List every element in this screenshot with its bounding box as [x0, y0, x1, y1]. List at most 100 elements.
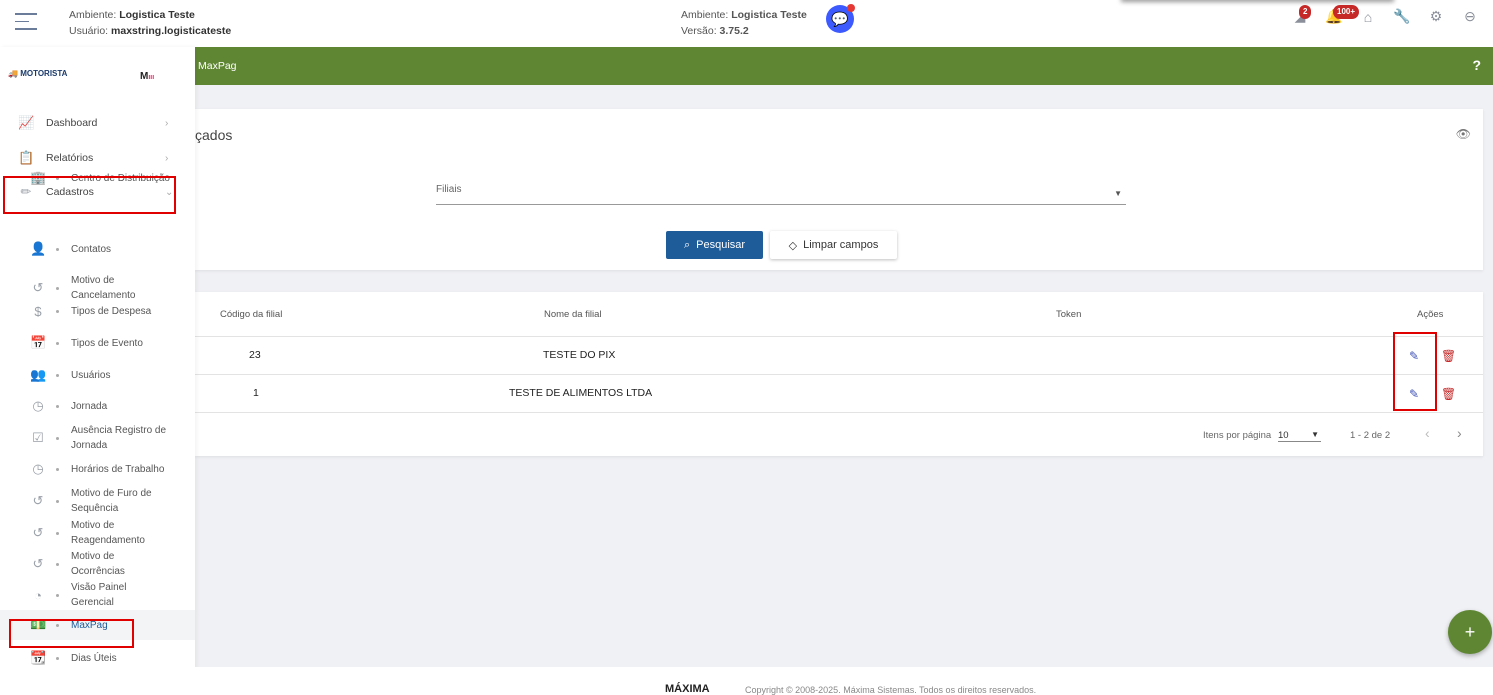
label: Visão Painel Gerencial — [71, 582, 127, 608]
prev-page-icon[interactable]: ‹ — [1425, 425, 1430, 441]
sidebar-subitem-2[interactable]: ↺ Motivo de Cancelamento — [0, 273, 195, 303]
items-per-page-label: Itens por página — [1203, 430, 1272, 441]
sidebar-subitem-8[interactable]: ◷ Horários de Trabalho — [0, 461, 195, 477]
sidebar-subitem-12[interactable]: ◔ Visão Painel Gerencial — [0, 580, 195, 610]
sidebar-subitem-3[interactable]: $ Tipos de Despesa — [0, 304, 195, 319]
sidebar-subitem-7[interactable]: ☑ Ausência Registro de Jornada — [0, 423, 195, 453]
header-token: Token — [1056, 309, 1082, 320]
items-per-page-value: 10 — [1278, 430, 1289, 441]
cell-name: TESTE DE ALIMENTOS LTDA — [509, 387, 653, 399]
sidebar-subitem-6[interactable]: ◷ Jornada — [0, 398, 195, 414]
label: Ausência Registro de Jornada — [71, 425, 167, 451]
label: Dias Úteis — [71, 652, 117, 664]
calendar-icon: 📅 — [30, 335, 47, 350]
version-value: 3.75.2 — [719, 25, 749, 37]
cell-code: 23 — [249, 349, 261, 361]
label: Contatos — [71, 243, 112, 255]
gear-icon[interactable]: ⚙ — [1426, 8, 1446, 25]
table-row: 1 TESTE DE ALIMENTOS LTDA ✎ 🗑 — [195, 374, 1483, 412]
contact-icon: 👤 — [30, 241, 47, 256]
chat-icon[interactable]: 💬 — [826, 4, 855, 33]
bullet — [56, 310, 59, 313]
sidebar: 🚚 MOTORISTA Mııı 📈 Dashboard › 📋 Relatórios… — [0, 47, 195, 695]
alerts-badge: 2 — [1299, 5, 1312, 19]
label: Motivo de Cancelamento — [71, 275, 136, 301]
items-per-page-select[interactable]: 10 ▼ — [1278, 430, 1321, 442]
logout-icon[interactable]: ⊖ — [1460, 8, 1480, 25]
sidebar-subitem-11[interactable]: ↺ Motivo de Ocorrências — [0, 549, 195, 579]
users-icon: 👥 — [30, 367, 47, 382]
add-button[interactable]: + — [1448, 610, 1492, 654]
next-page-icon[interactable]: › — [1457, 425, 1462, 441]
search-button[interactable]: ⌕ Pesquisar — [666, 231, 763, 259]
sidebar-subitem-5[interactable]: 👥 Usuários — [0, 367, 195, 383]
environment-info: Ambiente: Logistica Teste Usuário: maxst… — [69, 7, 231, 39]
sidebar-subitem-9[interactable]: ↺ Motivo de Furo de Sequência — [0, 486, 195, 516]
dollar-icon: $ — [34, 304, 42, 319]
search-icon: ⌕ — [683, 238, 691, 251]
bullet — [56, 373, 59, 377]
user-value: maxstring.logisticateste — [111, 25, 232, 37]
highlight-cadastros — [3, 176, 176, 214]
label: Relatórios — [46, 152, 94, 164]
sidebar-item-dashboard[interactable]: 📈 Dashboard › — [0, 115, 195, 131]
bullet — [56, 247, 59, 251]
pie-chart-icon: ◔ — [34, 587, 42, 603]
environment-version-info: Ambiente: Logistica Teste Versão: 3.75.2 — [681, 7, 807, 39]
table-row: 23 TESTE DO PIX ✎ 🗑 — [195, 336, 1483, 374]
maxima-logo: Mııı — [140, 71, 155, 82]
home-icon[interactable]: ⌂ — [1358, 9, 1378, 25]
maxmotorista-logo: 🚚 MOTORISTA — [8, 69, 68, 78]
wrench-icon[interactable]: 🔧 — [1392, 8, 1412, 25]
highlight-edit-actions — [1393, 332, 1437, 411]
hide-filters-icon[interactable]: 👁 — [1456, 127, 1471, 141]
label: Motivo de Reagendamento — [71, 520, 145, 546]
label: Motivo de Furo de Sequência — [71, 488, 152, 514]
undo-icon: ↺ — [32, 493, 44, 508]
label: Usuários — [71, 369, 111, 381]
header-code: Código da filial — [220, 309, 283, 320]
label: Tipos de Evento — [71, 337, 143, 349]
help-icon[interactable]: ? — [1472, 57, 1481, 73]
env-label: Ambiente: — [69, 9, 117, 21]
label: Dashboard — [46, 117, 98, 129]
chevron-down-icon: ▼ — [1114, 189, 1122, 198]
app-header: Ambiente: Logistica Teste Usuário: maxst… — [0, 0, 1493, 47]
header-name: Nome da filial — [544, 309, 602, 320]
bullet — [56, 467, 59, 471]
bullet — [56, 656, 59, 660]
alerts-icon[interactable]: ◢2 — [1290, 5, 1312, 25]
sidebar-subitem-1[interactable]: 👤 Contatos — [0, 241, 195, 257]
results-table: Código da filial Nome da filial Token Aç… — [195, 292, 1483, 456]
maxima-tech-logo: MÁXIMA — [665, 683, 710, 695]
cell-code: 1 — [253, 387, 259, 399]
filiais-select[interactable]: Filiais ▼ — [436, 184, 1126, 205]
bullet — [56, 531, 59, 535]
search-label: Pesquisar — [696, 239, 746, 251]
clipboard-icon: 📋 — [18, 150, 35, 165]
label: Jornada — [71, 400, 108, 412]
header-actions: Ações — [1417, 309, 1444, 320]
checkbox-icon: ☑ — [32, 430, 44, 445]
clear-label: Limpar campos — [803, 239, 879, 251]
bullet — [56, 436, 59, 440]
env2-value: Logistica Teste — [731, 9, 807, 21]
trash-icon[interactable]: 🗑 — [1441, 387, 1456, 401]
user-label: Usuário: — [69, 25, 109, 37]
divider — [195, 412, 1483, 413]
eraser-icon: ◇ — [788, 239, 798, 252]
bullet — [56, 593, 59, 597]
sidebar-subitem-4[interactable]: 📅 Tipos de Evento — [0, 335, 195, 351]
menu-toggle-icon[interactable] — [15, 13, 37, 36]
clear-fields-button[interactable]: ◇ Limpar campos — [770, 231, 897, 259]
sidebar-item-relatorios[interactable]: 📋 Relatórios › — [0, 150, 195, 166]
sidebar-subitem-14[interactable]: 📆 Dias Úteis — [0, 650, 195, 666]
calendar-check-icon: 📆 — [30, 650, 47, 665]
bullet — [56, 499, 59, 503]
bell-icon[interactable]: 🔔100+ — [1324, 5, 1360, 25]
trash-icon[interactable]: 🗑 — [1441, 349, 1456, 363]
label: Tipos de Despesa — [71, 306, 152, 317]
chart-icon: 📈 — [18, 115, 35, 130]
sidebar-subitem-10[interactable]: ↺ Motivo de Reagendamento — [0, 518, 195, 548]
bullet — [56, 562, 59, 566]
